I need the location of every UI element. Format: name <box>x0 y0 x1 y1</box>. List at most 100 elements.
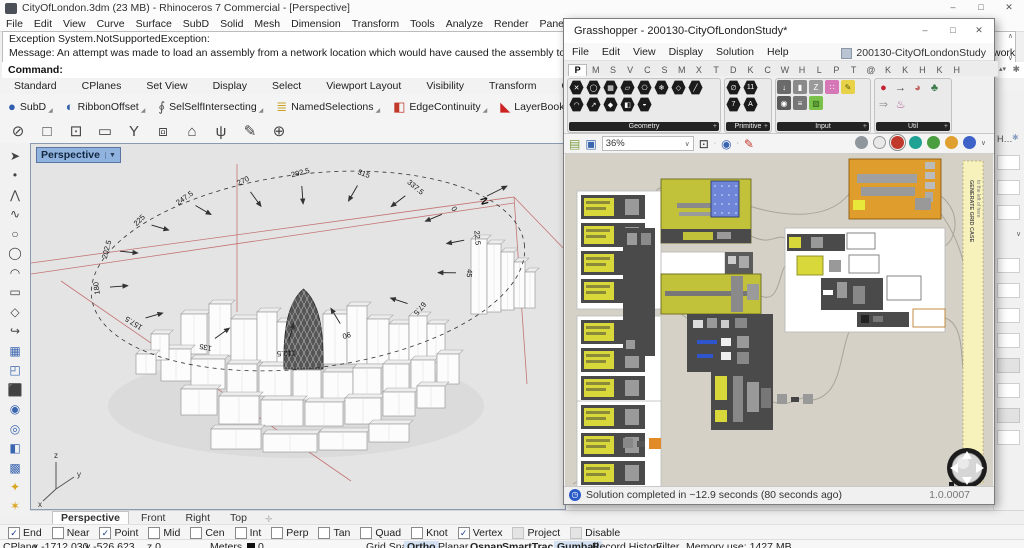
component-icon[interactable]: ⎔ <box>637 80 652 95</box>
component-icon[interactable]: ≡ <box>793 96 807 110</box>
maximize-button[interactable]: □ <box>968 0 994 15</box>
menu-render[interactable]: Render <box>494 18 528 30</box>
group-label-util[interactable]: Util+ <box>876 122 950 131</box>
gh-component-tab-19[interactable]: K <box>897 65 914 76</box>
explode-icon[interactable]: ✶ <box>5 498 25 514</box>
component-icon[interactable]: ⇒ <box>876 97 891 112</box>
component-icon[interactable]: ↓ <box>777 80 791 94</box>
perspective-viewport[interactable]: N022.54567.590112.5135157.5180202.522524… <box>30 143 566 510</box>
status-smarttrack[interactable]: SmartTrack <box>502 541 559 548</box>
status-record-history[interactable]: Record History <box>592 541 661 548</box>
gh-component-tab-11[interactable]: C <box>759 65 776 76</box>
group-label-input[interactable]: Input+ <box>777 122 869 131</box>
dock-field[interactable] <box>997 333 1020 348</box>
osnap-quad[interactable]: Quad <box>360 527 401 539</box>
menu-mesh[interactable]: Mesh <box>254 18 280 30</box>
gh-menu-edit[interactable]: Edit <box>602 46 620 58</box>
gh-menu-help[interactable]: Help <box>767 46 789 58</box>
toolbar-tab-display[interactable]: Display <box>213 80 247 92</box>
viewport-tab-perspective[interactable]: Perspective <box>52 511 129 525</box>
namedselections-button[interactable]: ≣NamedSelections◢ <box>276 99 380 114</box>
ellipse-icon[interactable]: ◯ <box>5 245 25 261</box>
status-meters[interactable]: Meters <box>210 541 242 548</box>
menu-dimension[interactable]: Dimension <box>291 18 341 30</box>
gh-component-tab-2[interactable]: S <box>604 65 621 76</box>
sketch-pencil-icon[interactable]: ✎ <box>744 137 754 151</box>
component-icon[interactable]: ◠ <box>569 97 584 112</box>
box-frame-icon[interactable]: ⊡ <box>66 122 86 140</box>
menu-curve[interactable]: Curve <box>97 18 125 30</box>
component-icon[interactable]: ◆ <box>603 97 618 112</box>
dock-field[interactable] <box>997 283 1020 298</box>
component-icon[interactable]: ↗ <box>586 97 601 112</box>
edgecontinuity-button[interactable]: ◧EdgeContinuity◢ <box>393 99 487 114</box>
component-icon[interactable]: ◯ <box>586 80 601 95</box>
scroll-down-icon[interactable]: ∨ <box>1008 54 1013 62</box>
component-icon[interactable]: Z <box>809 80 823 94</box>
display-mode-icon-5[interactable] <box>945 136 958 149</box>
gh-maximize-button[interactable]: □ <box>940 23 966 38</box>
component-icon[interactable]: ◉ <box>777 96 791 110</box>
osnap-mid[interactable]: Mid <box>148 527 180 539</box>
checkbox-vertex[interactable]: ✓ <box>458 527 470 539</box>
group-expand-icon[interactable]: + <box>764 122 768 131</box>
toolbar-tab-set-view[interactable]: Set View <box>146 80 187 92</box>
checkbox-disable[interactable] <box>570 527 582 539</box>
dock-field[interactable] <box>997 258 1020 273</box>
checkbox-perp[interactable] <box>271 527 283 539</box>
window-icon[interactable]: ▭ <box>95 122 115 140</box>
component-icon[interactable]: ▮ <box>793 80 807 94</box>
box-icon[interactable]: ⬛ <box>5 382 25 398</box>
sphere-icon[interactable]: ◉ <box>5 401 25 417</box>
torus-icon[interactable]: ◎ <box>5 421 25 437</box>
osnap-tan[interactable]: Tan <box>318 527 350 539</box>
osnap-perp[interactable]: Perp <box>271 527 308 539</box>
rhino-titlebar[interactable]: CityOfLondon.3dm (23 MB) - Rhinoceros 7 … <box>0 0 1024 18</box>
grasshopper-canvas[interactable]: GENERATE GRID CASEto the left of here <box>565 154 993 486</box>
checkbox-near[interactable] <box>52 527 64 539</box>
subd-button[interactable]: ●SubD◢ <box>8 99 53 114</box>
checkbox-cen[interactable] <box>190 527 202 539</box>
gh-component-tab-22[interactable]: H <box>948 65 965 76</box>
circle-slash-icon[interactable]: ⊘ <box>8 122 28 140</box>
osnap-end[interactable]: ✓End <box>8 527 42 539</box>
rectangle-icon[interactable]: ▭ <box>5 284 25 300</box>
dock-button[interactable] <box>997 408 1020 423</box>
checkbox-project[interactable] <box>512 527 524 539</box>
component-icon[interactable]: ◇ <box>671 80 686 95</box>
menu-surface[interactable]: Surface <box>136 18 172 30</box>
dock-field[interactable] <box>997 205 1020 220</box>
group-expand-icon[interactable]: + <box>944 122 948 131</box>
panel-gear-icon[interactable]: ✱ <box>1012 133 1019 142</box>
arc-icon[interactable]: ◠ <box>5 265 25 281</box>
patch-icon[interactable]: ◧ <box>5 440 25 456</box>
toolbar-tab-select[interactable]: Select <box>272 80 301 92</box>
group-expand-icon[interactable]: + <box>863 122 867 131</box>
layerbook-button[interactable]: ◣LayerBook◢ <box>500 99 571 114</box>
gh-component-tab-14[interactable]: L <box>811 65 828 76</box>
display-mode-icon-1[interactable] <box>873 136 886 149</box>
point-icon[interactable]: • <box>5 167 25 183</box>
component-icon[interactable]: ◒ <box>637 97 652 112</box>
checkbox-tan[interactable] <box>318 527 330 539</box>
drag-icon[interactable]: ✦ <box>5 479 25 495</box>
chevron-down-icon[interactable]: ▼ <box>105 152 116 159</box>
component-icon[interactable]: 11 <box>743 80 758 95</box>
gh-menu-display[interactable]: Display <box>669 46 703 58</box>
save-file-icon[interactable]: ▣ <box>585 137 596 151</box>
component-icon[interactable]: ◕ <box>910 80 925 95</box>
checkbox-quad[interactable] <box>360 527 372 539</box>
pen-icon[interactable]: ✎ <box>240 122 260 140</box>
gh-component-tab-12[interactable]: W <box>776 65 793 76</box>
bridge-icon[interactable]: ⌂ <box>182 123 202 140</box>
ribbonoffset-button[interactable]: ◐RibbonOffset◢ <box>66 99 146 114</box>
grass-icon[interactable]: ψ <box>211 123 231 140</box>
checkbox-int[interactable] <box>235 527 247 539</box>
gh-component-tab-1[interactable]: M <box>587 65 604 76</box>
selselfintersecting-button[interactable]: ∮SelSelfIntersecting◢ <box>158 99 263 114</box>
group-expand-icon[interactable]: + <box>713 122 717 131</box>
toolbar-tab-standard[interactable]: Standard <box>14 80 57 92</box>
component-icon[interactable]: ▦ <box>603 80 618 95</box>
osnap-knot[interactable]: Knot <box>411 527 448 539</box>
open-file-icon[interactable]: ▤ <box>569 137 580 151</box>
